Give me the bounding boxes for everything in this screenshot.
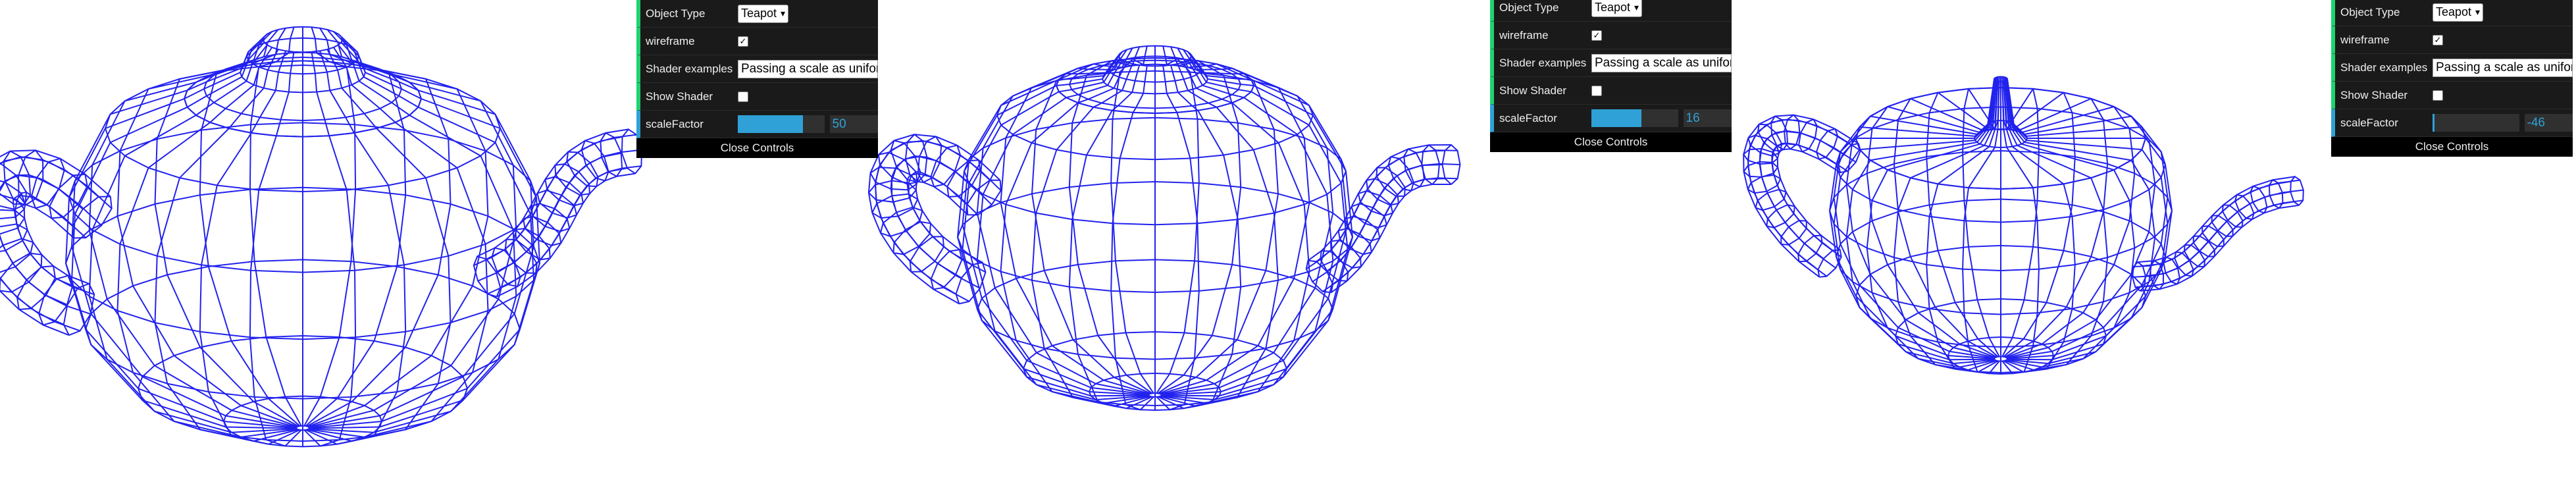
teapot-lid-meridian	[1132, 45, 1148, 66]
teapot-lid-meridian	[1887, 80, 1997, 171]
controls-panel-3: Object Type Teapot ▾ wireframe ✓ Shader e…	[2331, 0, 2573, 157]
object-type-label: Object Type	[2340, 5, 2400, 18]
wireframe-checkbox[interactable]: ✓	[1591, 30, 1602, 41]
scale-factor-label: scaleFactor	[1499, 111, 1557, 124]
close-controls-button[interactable]: Close Controls	[1490, 132, 1732, 152]
teapot-handle-ring	[0, 209, 26, 235]
teapot-handle-line	[908, 171, 979, 266]
shader-examples-row: Shader examples Passing a scale as unifo…	[2331, 54, 2573, 82]
shader-examples-label: Shader examples	[646, 62, 733, 75]
scale-factor-slider[interactable]	[738, 115, 825, 133]
shader-examples-label: Shader examples	[1499, 56, 1587, 69]
chevron-down-icon: ▾	[781, 8, 786, 18]
wireframe-label: wireframe	[1499, 28, 1549, 41]
wireframe-row: wireframe ✓	[2331, 26, 2573, 54]
teapot-lid-meridian	[1859, 78, 1996, 137]
teapot-body-meridian	[1000, 67, 1150, 395]
scale-factor-slider[interactable]	[2433, 114, 2519, 132]
scale-factor-row: scaleFactor -46	[2331, 109, 2573, 137]
scale-factor-row: scaleFactor 16	[1490, 105, 1732, 132]
object-type-label: Object Type	[646, 7, 706, 20]
close-controls-button[interactable]: Close Controls	[2331, 137, 2573, 157]
shader-examples-input[interactable]: Passing a scale as uniform	[1591, 53, 1732, 72]
wireframe-row: wireframe ✓	[1490, 22, 1732, 49]
teapot-body-meridian	[309, 106, 535, 429]
object-type-row: Object Type Teapot ▾	[2331, 0, 2573, 26]
teapot-body-meridian	[1158, 107, 1279, 407]
scale-factor-row: scaleFactor 50	[636, 111, 878, 138]
teapot-body-meridian	[307, 122, 489, 438]
teapot-body-meridian	[1068, 110, 1153, 410]
teapot-body-meridian	[1926, 184, 1999, 373]
show-shader-row: Show Shader	[2331, 82, 2573, 109]
object-type-value: Teapot	[1595, 1, 1631, 14]
teapot-body-meridian	[1161, 85, 1354, 396]
teapot-body-meridian	[249, 135, 302, 447]
object-type-select[interactable]: Teapot ▾	[1591, 0, 1643, 17]
show-shader-checkbox[interactable]	[2433, 90, 2443, 101]
teapot-body-meridian	[1157, 110, 1242, 410]
object-type-select[interactable]: Teapot ▾	[2433, 3, 2484, 22]
shader-examples-input[interactable]: Passing a scale as uniform	[738, 59, 878, 78]
teapot-lid-meridian	[1162, 45, 1178, 66]
teapot-lid-meridian	[2005, 80, 2115, 171]
show-shader-checkbox[interactable]	[1591, 85, 1602, 96]
scale-factor-value[interactable]: -46	[2524, 114, 2573, 132]
shader-examples-input[interactable]: Passing a scale as uniform	[2433, 58, 2573, 77]
teapot-body-meridian	[956, 85, 1149, 396]
teapot-body-meridian	[2003, 184, 2076, 373]
shader-examples-row: Shader examples Passing a scale as unifo…	[636, 55, 878, 83]
scale-factor-value[interactable]: 50	[829, 115, 878, 133]
object-type-label: Object Type	[1499, 1, 1559, 14]
teapot-lid-meridian	[276, 26, 295, 63]
wireframe-label: wireframe	[2340, 33, 2390, 46]
wireframe-label: wireframe	[646, 34, 695, 47]
show-shader-label: Show Shader	[1499, 84, 1567, 97]
wireframe-checkbox[interactable]: ✓	[2433, 34, 2443, 45]
teapot-lid-meridian	[311, 26, 330, 63]
scale-factor-slider-fill	[2433, 114, 2434, 132]
teapot-body-meridian	[1156, 58, 1200, 394]
teapot-lid-meridian	[2006, 78, 2142, 137]
chevron-down-icon: ▾	[2475, 7, 2481, 17]
wireframe-checkbox[interactable]: ✓	[738, 36, 748, 47]
teapot-body-meridian	[303, 135, 357, 447]
teapot-lid-meridian	[1162, 65, 1178, 113]
teapot-body-meridian	[1160, 67, 1310, 395]
teapot-lid-meridian	[1132, 65, 1148, 113]
scale-factor-slider-fill	[1591, 109, 1642, 127]
controls-panel-2: Object Type Teapot ▾ wireframe ✓ Shader e…	[1490, 0, 1732, 152]
controls-panel-1: Object Type Teapot ▾ wireframe ✓ Shader e…	[636, 0, 878, 158]
chevron-down-icon: ▾	[1634, 2, 1639, 13]
teapot-body-meridian	[1031, 107, 1152, 407]
object-type-select[interactable]: Teapot ▾	[738, 4, 789, 23]
object-type-value: Teapot	[741, 7, 777, 20]
teapot-handle-line	[0, 149, 111, 336]
object-type-value: Teapot	[2436, 5, 2472, 18]
teapot-spout-line	[2138, 176, 2295, 263]
teapot-body-meridian	[70, 106, 297, 429]
scale-factor-label: scaleFactor	[646, 117, 704, 130]
scale-factor-value[interactable]: 16	[1683, 109, 1732, 127]
teapot-body-meridian	[308, 115, 517, 433]
close-controls-button[interactable]: Close Controls	[636, 138, 878, 158]
show-shader-row: Show Shader	[1490, 77, 1732, 105]
teapot-body-meridian	[116, 122, 298, 438]
wireframe-row: wireframe ✓	[636, 28, 878, 55]
teapot-body-meridian	[88, 115, 297, 433]
show-shader-row: Show Shader	[636, 83, 878, 111]
show-shader-label: Show Shader	[2340, 88, 2408, 101]
object-type-row: Object Type Teapot ▾	[636, 0, 878, 28]
show-shader-label: Show Shader	[646, 90, 713, 103]
scale-factor-slider[interactable]	[1591, 109, 1678, 127]
scale-factor-label: scaleFactor	[2340, 116, 2398, 129]
object-type-row: Object Type Teapot ▾	[1490, 0, 1732, 22]
show-shader-checkbox[interactable]	[738, 91, 748, 102]
scale-factor-slider-fill	[738, 115, 803, 133]
shader-examples-row: Shader examples Passing a scale as unifo…	[1490, 49, 1732, 77]
teapot-body-meridian	[1110, 58, 1154, 394]
shader-examples-label: Shader examples	[2340, 61, 2428, 74]
